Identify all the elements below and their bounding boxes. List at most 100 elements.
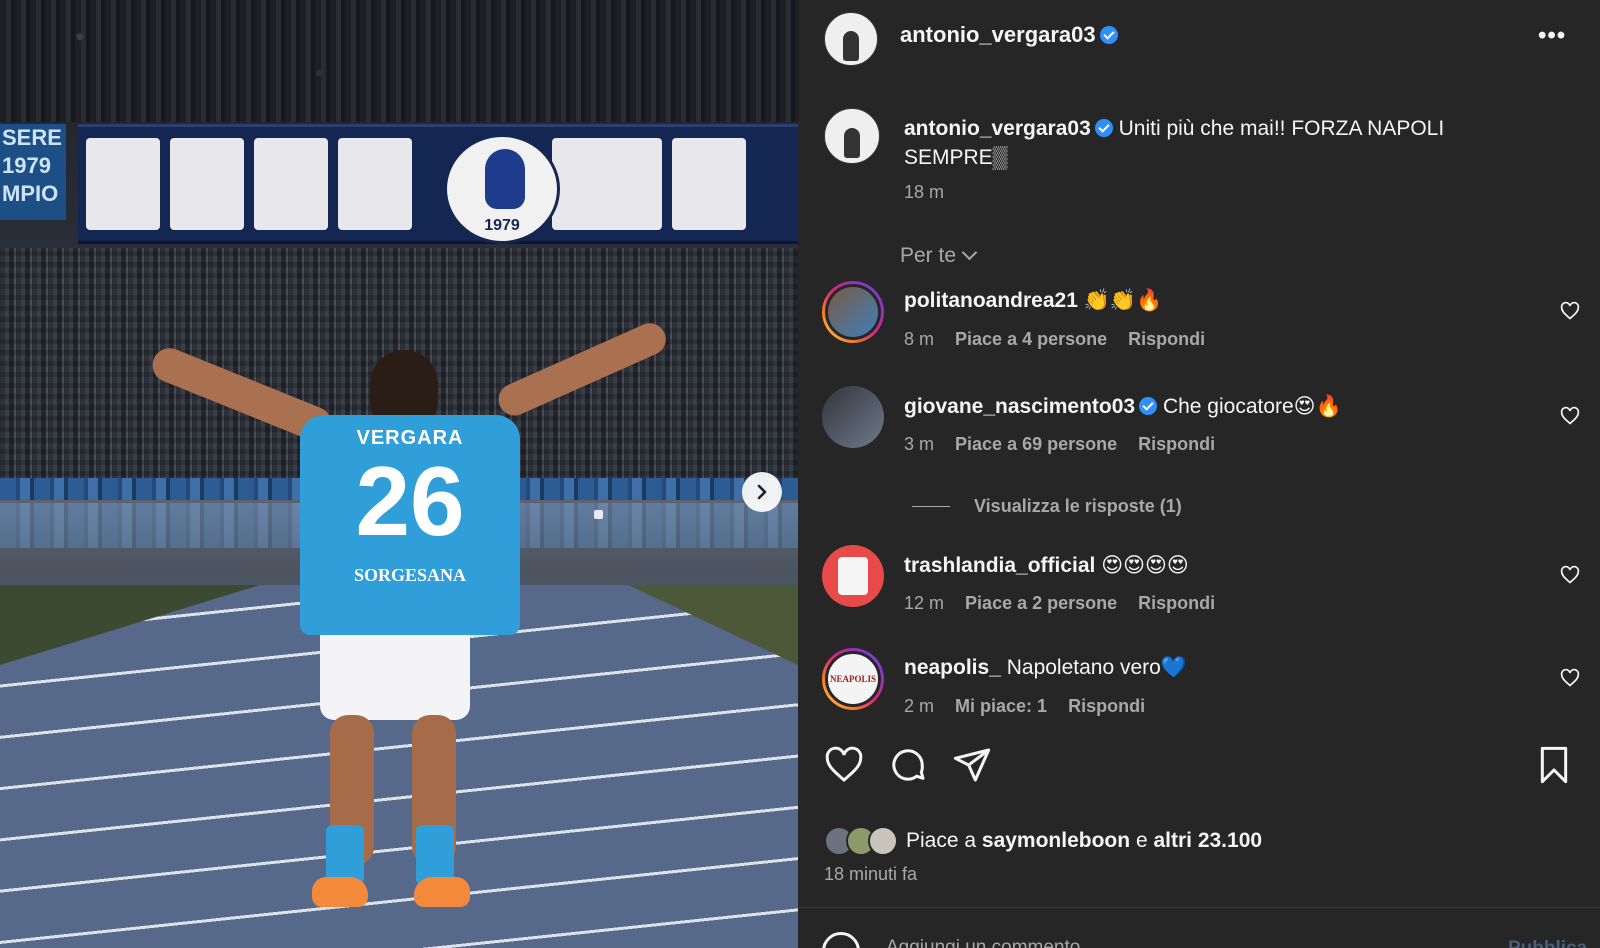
comment-item: giovane_nascimento03 Che giocatore😍🔥 3 m… [822,386,1582,476]
comment-item: trashlandia_official 😍😍😍😍 12 m Piace a 2… [822,545,1582,635]
verified-badge-icon [1139,397,1158,415]
caption-timestamp[interactable]: 18 m [904,182,944,203]
comment-text: neapolis_ Napoletano vero💙 [904,656,1187,680]
avatar-figure [843,31,859,61]
player-shorts [320,630,470,720]
reply-button[interactable]: Rispondi [1128,329,1205,349]
comment-like-heart-icon[interactable] [1560,406,1580,426]
photo-banner-crest: 1979 [444,134,560,244]
avatar-logo: NEAPOLIS [825,651,881,707]
likes-summary[interactable]: Piace a saymonleboon e altri 23.100 [824,826,1262,856]
photo-side-banner: SERE 1979 MPIO [0,124,66,220]
comment-bubble-icon[interactable] [888,745,928,785]
carousel-next-button[interactable] [742,472,782,512]
comment-likes-count[interactable]: Piace a 69 persone [955,434,1117,454]
post-photo[interactable]: SERE 1979 MPIO 1979 VERGARA 26 SORGESANA [0,0,798,948]
comment-text: politanoandrea21 👏👏🔥 [904,289,1162,313]
comment-likes-count[interactable]: Piace a 4 persone [955,329,1107,349]
comment-item: NEAPOLIS neapolis_ Napoletano vero💙 2 m … [822,648,1582,738]
player-shoe-left [312,877,368,907]
publish-button[interactable]: Pubblica [1508,938,1587,948]
likes-others[interactable]: altri 23.100 [1153,829,1262,853]
send-icon[interactable] [952,745,992,785]
author-username-text[interactable]: antonio_vergara03 [900,22,1096,47]
comment-time[interactable]: 12 m [904,593,944,613]
commenter-username[interactable]: politanoandrea21 [904,289,1078,312]
player-sock-left [326,825,364,885]
author-username[interactable]: antonio_vergara03 [900,22,1118,48]
author-avatar[interactable] [824,12,878,66]
avatar-logo-text: NEAPOLIS [829,674,876,684]
view-replies-label[interactable]: Visualizza le risposte (1) [974,496,1182,516]
jersey-number: 26 [355,446,465,556]
add-comment-bar: Pubblica [798,908,1600,948]
player-sock-right [416,825,454,885]
photo-banner-letters [86,138,746,230]
verified-badge-icon [1094,119,1113,137]
bookmark-icon[interactable] [1534,745,1574,785]
photo-crowd-upper [0,0,798,122]
reply-button[interactable]: Rispondi [1068,696,1145,716]
player-shoe-right [414,877,470,907]
comment-time[interactable]: 2 m [904,696,934,716]
avatar-figure [844,128,860,158]
reply-button[interactable]: Rispondi [1138,593,1215,613]
comment-meta: 8 m Piace a 4 persone Rispondi [904,329,1221,350]
post-time-ago[interactable]: 18 minuti fa [824,864,917,885]
comment-sort-label[interactable]: Per te [900,244,956,267]
liker-avatar [868,826,898,856]
instagram-post-view: SERE 1979 MPIO 1979 VERGARA 26 SORGESANA… [0,0,1600,948]
more-options-button[interactable]: ••• [1538,22,1566,50]
caption-avatar[interactable] [824,108,880,164]
commenter-username[interactable]: giovane_nascimento03 [904,395,1135,418]
banner-letter [552,138,662,230]
chevron-right-icon [757,484,767,500]
verified-badge-icon [1099,26,1118,44]
commenter-avatar[interactable] [822,281,884,343]
comment-meta: 2 m Mi piace: 1 Rispondi [904,696,1161,717]
photo-player: VERGARA 26 SORGESANA [130,318,690,945]
likes-conj: e [1135,829,1148,852]
banner-letter [86,138,160,230]
commenter-username[interactable]: neapolis_ [904,656,1001,679]
caption-username[interactable]: antonio_vergara03 [904,117,1091,140]
replies-divider-line [912,506,950,507]
commenter-avatar[interactable] [822,386,884,448]
banner-letter [672,138,746,230]
likes-user[interactable]: saymonleboon [982,829,1130,853]
comment-time[interactable]: 3 m [904,434,934,454]
reply-button[interactable]: Rispondi [1138,434,1215,454]
view-replies-button[interactable]: Visualizza le risposte (1) [912,496,1182,517]
heart-icon[interactable] [824,745,864,785]
comment-item: politanoandrea21 👏👏🔥 8 m Piace a 4 perso… [822,281,1582,371]
commenter-avatar[interactable]: NEAPOLIS [822,648,884,710]
crest-year: 1979 [484,217,520,234]
comment-likes-count[interactable]: Piace a 2 persone [965,593,1117,613]
comment-like-heart-icon[interactable] [1560,565,1580,585]
post-side-panel: antonio_vergara03 ••• antonio_vergara03 … [798,0,1600,948]
comment-body: Che giocatore😍🔥 [1162,395,1342,418]
commenter-avatar[interactable] [822,545,884,607]
chevron-down-icon [961,244,978,261]
banner-letter [338,138,412,230]
caption-text: antonio_vergara03 Uniti più che mai!! FO… [904,114,1544,172]
comment-body: 👏👏🔥 [1083,289,1163,312]
comment-body: 😍😍😍😍 [1101,554,1189,577]
comment-text: trashlandia_official 😍😍😍😍 [904,553,1189,578]
comment-input[interactable] [886,934,1446,948]
post-action-bar [798,745,1600,791]
comment-sort-dropdown[interactable]: Per te [900,244,978,268]
comment-like-heart-icon[interactable] [1560,668,1580,688]
comment-meta: 3 m Piace a 69 persone Rispondi [904,434,1231,455]
comment-likes-count[interactable]: Mi piace: 1 [955,696,1047,716]
comment-time[interactable]: 8 m [904,329,934,349]
jersey-sponsor: SORGESANA [353,565,467,585]
emoji-icon[interactable] [822,932,860,948]
comment-body: Napoletano vero💙 [1006,656,1187,679]
banner-letter [170,138,244,230]
avatar-photo [838,557,868,595]
avatar-photo [825,284,881,340]
comment-like-heart-icon[interactable] [1560,301,1580,321]
comment-meta: 12 m Piace a 2 persone Rispondi [904,593,1231,614]
commenter-username[interactable]: trashlandia_official [904,554,1095,577]
